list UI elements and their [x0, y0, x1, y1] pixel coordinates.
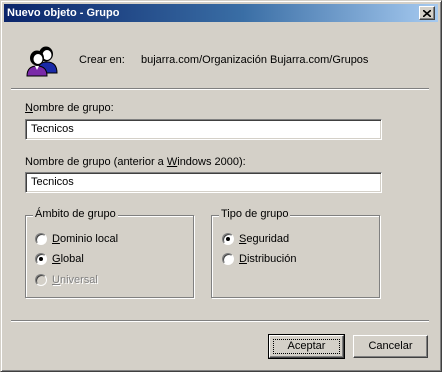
cancel-button[interactable]: Cancelar	[353, 335, 428, 358]
group-name-pre2000-label: Nombre de grupo (anterior a Windows 2000…	[25, 156, 246, 168]
group-name-pre2000-input[interactable]: Tecnicos	[25, 172, 382, 193]
group-name-input[interactable]: Tecnicos	[25, 119, 382, 140]
group-scope-title: Ámbito de grupo	[33, 208, 118, 220]
scope-global-radio[interactable]: Global	[35, 252, 84, 266]
group-users-icon	[26, 46, 58, 77]
radio-button-icon	[35, 274, 47, 286]
close-button[interactable]	[419, 6, 435, 20]
title-bar[interactable]: Nuevo objeto - Grupo	[4, 4, 438, 22]
separator-top	[11, 88, 429, 90]
group-type-title: Tipo de grupo	[219, 208, 291, 220]
radio-button-icon	[222, 253, 234, 265]
window-title: Nuevo objeto - Grupo	[7, 7, 120, 19]
radio-button-icon	[222, 233, 234, 245]
close-icon	[423, 9, 431, 17]
scope-domain-local-radio[interactable]: Dominio local	[35, 232, 118, 246]
dialog-window: Nuevo objeto - Grupo Crear en: bujarra.c…	[0, 0, 442, 372]
radio-button-icon	[35, 253, 47, 265]
ok-button[interactable]: Aceptar	[268, 334, 345, 359]
scope-universal-radio: Universal	[35, 273, 98, 287]
type-distribution-radio[interactable]: Distribución	[222, 252, 296, 266]
type-security-radio[interactable]: Seguridad	[222, 232, 289, 246]
create-in-path: bujarra.com/Organización Bujarra.com/Gru…	[141, 54, 369, 66]
radio-button-icon	[35, 233, 47, 245]
separator-bottom	[11, 320, 429, 322]
group-name-label: Nombre de grupo:	[25, 102, 114, 114]
create-in-label: Crear en:	[79, 54, 125, 66]
